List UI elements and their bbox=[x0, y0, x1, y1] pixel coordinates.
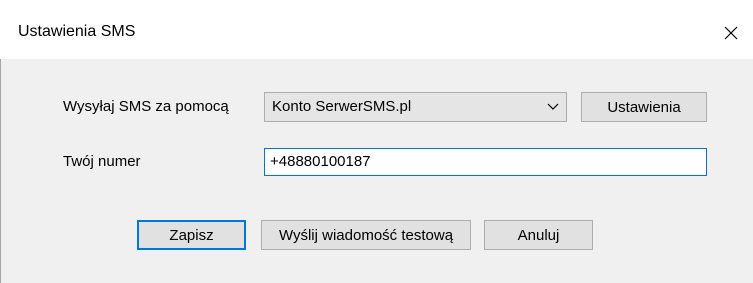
window-title: Ustawienia SMS bbox=[18, 23, 136, 40]
save-button[interactable]: Zapisz bbox=[137, 220, 246, 250]
cancel-button[interactable]: Anuluj bbox=[484, 220, 593, 250]
window-border bbox=[0, 59, 1, 283]
number-label: Twój numer bbox=[63, 153, 141, 170]
chevron-down-icon bbox=[547, 103, 559, 110]
sms-settings-dialog: Ustawienia SMS Wysyłaj SMS za pomocą Kon… bbox=[0, 0, 753, 283]
send-via-label: Wysyłaj SMS za pomocą bbox=[63, 98, 229, 115]
send-test-message-button[interactable]: Wyślij wiadomość testową bbox=[261, 220, 471, 250]
close-button[interactable] bbox=[709, 7, 753, 59]
send-via-selected-value: Konto SerwerSMS.pl bbox=[272, 98, 412, 115]
title-bar: Ustawienia SMS bbox=[0, 7, 753, 59]
settings-button[interactable]: Ustawienia bbox=[581, 92, 707, 122]
send-via-dropdown[interactable]: Konto SerwerSMS.pl bbox=[264, 92, 567, 122]
close-icon bbox=[724, 26, 738, 40]
phone-number-field[interactable]: +48880100187 bbox=[264, 148, 707, 176]
